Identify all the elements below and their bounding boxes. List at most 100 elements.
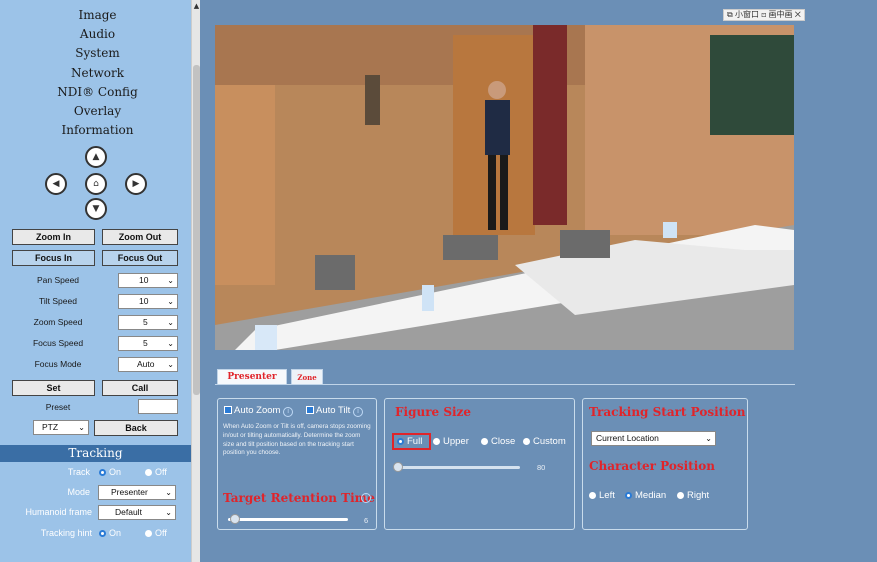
tracking-start-select[interactable]: Current Location ⌄ — [591, 431, 716, 446]
pan-left-icon[interactable]: ◀ — [45, 173, 67, 195]
auto-zoom-checkbox[interactable]: Auto Zoom i — [224, 405, 294, 417]
call-button[interactable]: Call — [102, 380, 178, 396]
chevron-down-icon: ⌄ — [165, 508, 172, 517]
tracking-start-panel: Tracking Start Position Current Location… — [582, 398, 748, 530]
humanoid-frame-select[interactable]: Default ⌄ — [98, 505, 176, 520]
set-button[interactable]: Set — [12, 380, 95, 396]
figure-size-full-radio[interactable]: Full — [397, 436, 422, 447]
focus-out-button[interactable]: Focus Out — [102, 250, 178, 266]
auto-tilt-label: Auto Tilt — [316, 405, 351, 416]
figure-size-title: Figure Size — [395, 405, 472, 419]
figure-size-custom-radio[interactable]: Custom — [523, 436, 566, 447]
zoom-in-button[interactable]: Zoom In — [12, 229, 95, 245]
pan-speed-select[interactable]: 10 ⌄ — [118, 273, 178, 288]
zoom-out-button[interactable]: Zoom Out — [102, 229, 178, 245]
hint-off-radio[interactable]: Off — [145, 528, 167, 538]
menu-item-system[interactable]: System — [0, 44, 195, 63]
scroll-up-icon[interactable]: ▲ — [192, 0, 201, 12]
tab-underline — [215, 384, 795, 385]
retention-value: 6 — [364, 516, 369, 525]
focus-mode-label: Focus Mode — [34, 359, 82, 369]
chevron-down-icon: ⌄ — [167, 339, 174, 348]
hint-on-label: On — [109, 528, 122, 538]
focus-in-button[interactable]: Focus In — [12, 250, 95, 266]
target-retention-title: Target Retention Time — [223, 491, 375, 505]
pan-speed-label: Pan Speed — [36, 275, 80, 285]
focus-speed-select[interactable]: 5 ⌄ — [118, 336, 178, 351]
ptz-select[interactable]: PTZ ⌄ — [33, 420, 89, 435]
close-icon[interactable]: ✕ — [795, 10, 801, 19]
info-icon[interactable]: i — [361, 493, 371, 503]
chevron-down-icon: ⌄ — [78, 423, 85, 432]
radio-icon — [433, 438, 440, 445]
menu-item-ndi-config[interactable]: NDI® Config — [0, 83, 195, 102]
figure-size-slider-knob[interactable] — [393, 462, 403, 472]
tracking-hint-label: Tracking hint — [40, 528, 92, 538]
small-window-label[interactable]: 小窗口 — [735, 10, 759, 19]
info-icon[interactable]: i — [352, 407, 363, 417]
radio-selected-icon — [625, 492, 632, 499]
home-icon[interactable]: ⌂ — [85, 173, 107, 195]
zoom-speed-select[interactable]: 5 ⌄ — [118, 315, 178, 330]
position-median-radio[interactable]: Median — [625, 490, 666, 501]
retention-slider-track[interactable] — [228, 518, 348, 521]
humanoid-frame-label: Humanoid frame — [25, 507, 92, 517]
radio-icon — [145, 530, 152, 537]
radio-selected-icon — [99, 530, 106, 537]
position-right-radio[interactable]: Right — [677, 490, 709, 501]
figure-size-panel: Figure Size Full Upper Close Custom 80 — [384, 398, 575, 530]
radio-icon — [523, 438, 530, 445]
preset-input[interactable] — [138, 399, 178, 414]
camera-video-feed — [215, 25, 794, 350]
focus-speed-label: Focus Speed — [32, 338, 84, 348]
menu-item-image[interactable]: Image — [0, 6, 195, 25]
menu-item-information[interactable]: Information — [0, 121, 195, 140]
tracking-header: Tracking — [0, 445, 191, 462]
pan-right-icon[interactable]: ▶ — [125, 173, 147, 195]
info-icon[interactable]: i — [283, 407, 294, 417]
pan-down-icon[interactable]: ▼ — [85, 198, 107, 220]
pip-icon[interactable]: ⊡ — [761, 10, 766, 19]
tilt-speed-select[interactable]: 10 ⌄ — [118, 294, 178, 309]
figure-upper-label: Upper — [443, 436, 469, 447]
position-right-label: Right — [687, 490, 710, 501]
character-position-title: Character Position — [589, 459, 715, 473]
figure-size-slider-track[interactable] — [395, 466, 520, 469]
auto-description: When Auto Zoom or Tilt is off, camera st… — [223, 423, 371, 457]
radio-icon — [589, 492, 596, 499]
menu-item-overlay[interactable]: Overlay — [0, 102, 195, 121]
pan-speed-value: 10 — [139, 275, 149, 285]
sidebar-scrollbar[interactable]: ▲ — [191, 0, 200, 562]
floating-video-bar: ⧉ 小窗口 ⊡ 画中画 ✕ — [723, 9, 805, 21]
track-on-radio[interactable]: On — [99, 467, 121, 477]
hint-on-radio[interactable]: On — [99, 528, 121, 538]
small-window-icon[interactable]: ⧉ — [727, 10, 733, 19]
figure-size-close-radio[interactable]: Close — [481, 436, 515, 447]
preset-label: Preset — [45, 402, 71, 412]
pan-up-icon[interactable]: ▲ — [85, 146, 107, 168]
back-button[interactable]: Back — [94, 420, 178, 436]
tab-presenter[interactable]: Presenter — [217, 369, 287, 384]
sidebar: Image Audio System Network NDI® Config O… — [0, 0, 195, 562]
checkbox-checked-icon — [306, 406, 314, 414]
mode-select[interactable]: Presenter ⌄ — [98, 485, 176, 500]
menu-item-network[interactable]: Network — [0, 64, 195, 83]
tab-zone[interactable]: Zone — [291, 369, 323, 384]
auto-zoom-label: Auto Zoom — [234, 405, 281, 416]
mode-select-value: Presenter — [111, 487, 148, 497]
figure-size-upper-radio[interactable]: Upper — [433, 436, 469, 447]
figure-custom-label: Custom — [533, 436, 566, 447]
checkbox-checked-icon — [224, 406, 232, 414]
retention-slider-knob[interactable] — [230, 514, 240, 524]
menu-item-audio[interactable]: Audio — [0, 25, 195, 44]
scroll-thumb[interactable] — [193, 65, 200, 395]
pip-label[interactable]: 画中画 — [769, 10, 793, 19]
track-off-radio[interactable]: Off — [145, 467, 167, 477]
position-left-radio[interactable]: Left — [589, 490, 615, 501]
position-median-label: Median — [635, 490, 667, 501]
focus-mode-select[interactable]: Auto ⌄ — [118, 357, 178, 372]
chevron-down-icon: ⌄ — [167, 318, 174, 327]
video-frame-image — [215, 25, 794, 350]
auto-tilt-checkbox[interactable]: Auto Tilt i — [306, 405, 363, 417]
tilt-speed-value: 10 — [139, 296, 149, 306]
